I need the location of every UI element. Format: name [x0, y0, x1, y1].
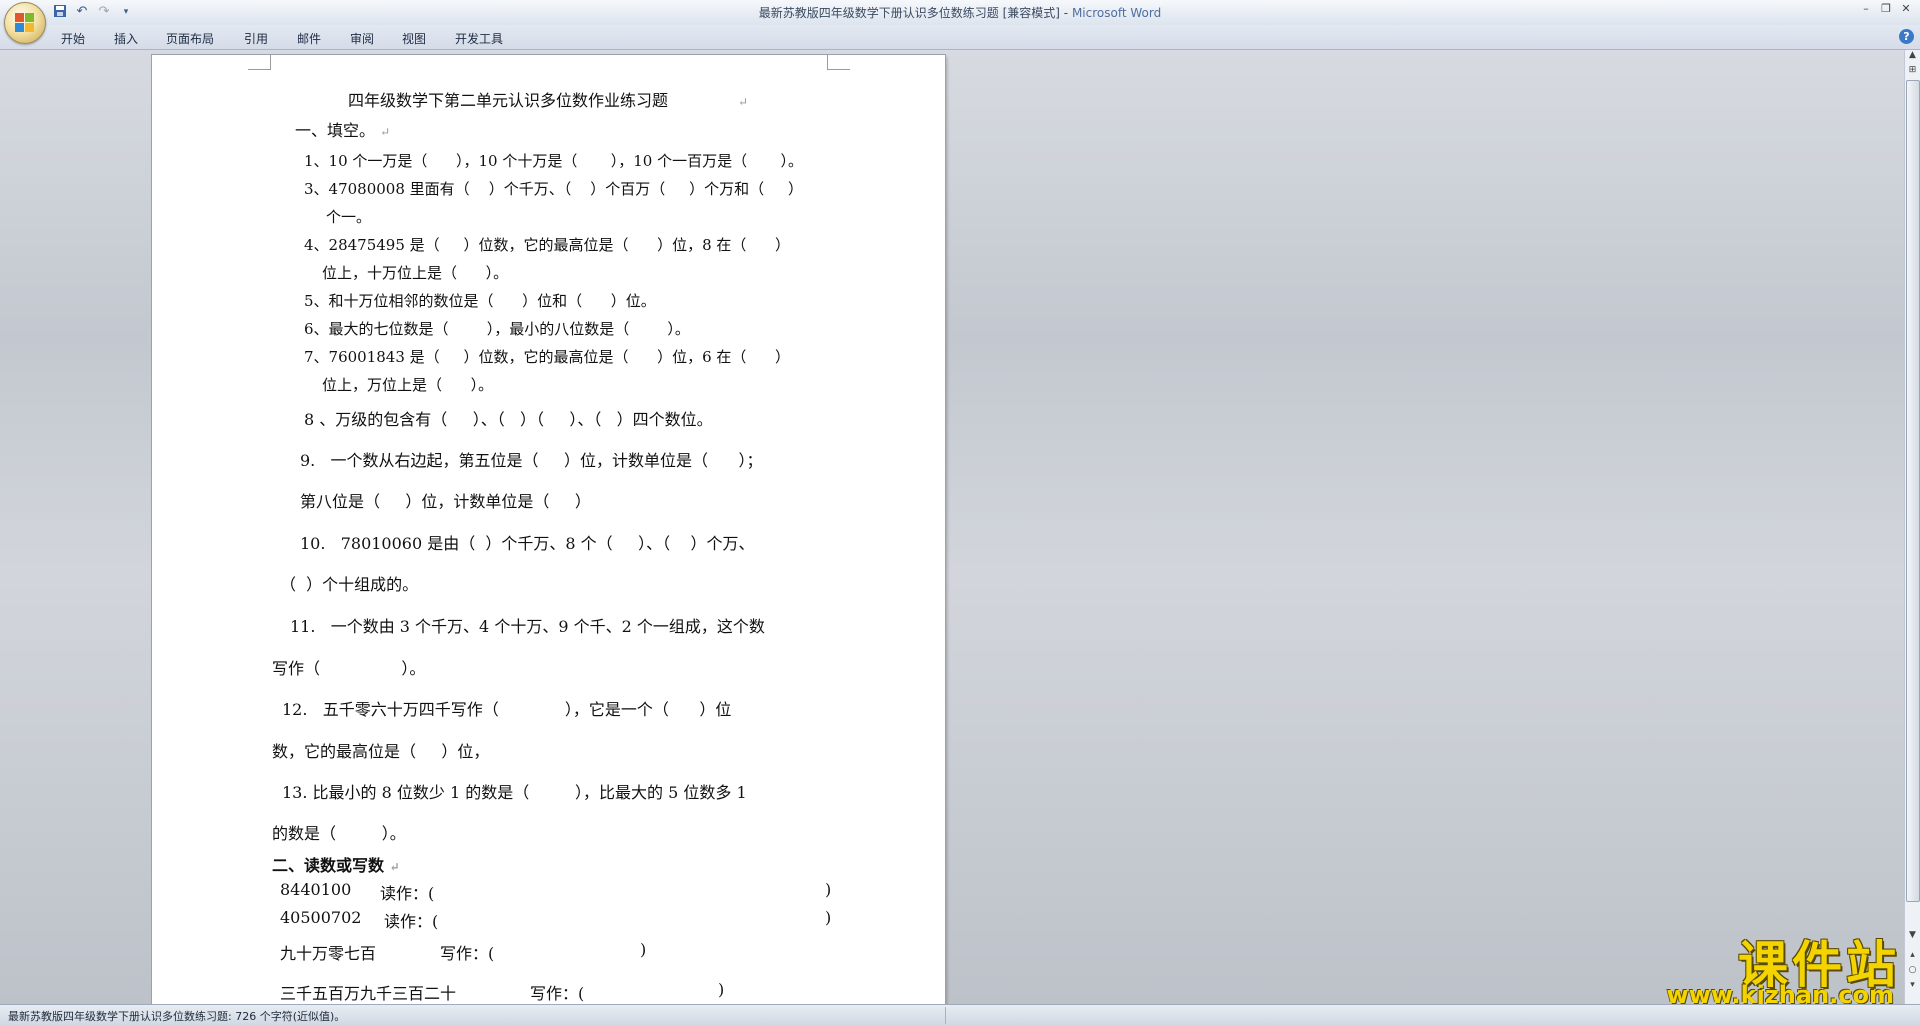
margin-corner-left	[248, 55, 271, 70]
tab-review[interactable]: 审阅	[350, 30, 374, 47]
question-line: 3、47080008 里面有（ ）个千万、（ ）个百万（ ）个万和（ ）	[304, 180, 803, 198]
question-line: 写作（ ）。	[272, 659, 426, 678]
question-line: 4、28475495 是（ ）位数，它的最高位是（ ）位，8 在（ ）	[304, 236, 791, 254]
section-read-write: 二、读数或写数 ↵	[272, 856, 400, 875]
status-divider	[945, 1007, 946, 1024]
question-line: 8 、万级的包含有（ ）、（ ）（ ）、（ ）四个数位。	[304, 410, 713, 429]
question-line: 11. 一个数由 3 个千万、4 个十万、9 个千、2 个一组成，这个数	[290, 617, 765, 636]
window-controls: – ❐ ✕	[1858, 2, 1914, 16]
previous-page-icon[interactable]: ▴	[1905, 950, 1920, 964]
question-line: 12. 五千零六十万四千写作（ ），它是一个（ ）位	[282, 700, 732, 719]
tab-developer[interactable]: 开发工具	[455, 30, 503, 47]
question-line: 13. 比最小的 8 位数少 1 的数是（ ），比最大的 5 位数多 1	[282, 783, 747, 802]
ribbon-tabs: 开始 插入 页面布局 引用 邮件 审阅 视图 开发工具 ?	[0, 25, 1920, 50]
section-fill-blank: 一、填空。 ↵	[295, 121, 391, 140]
browse-object-icon[interactable]: ○	[1905, 965, 1920, 979]
tab-home[interactable]: 开始	[61, 30, 85, 47]
tab-insert[interactable]: 插入	[114, 30, 138, 47]
office-button[interactable]	[4, 2, 46, 44]
status-text: 最新苏教版四年级数学下册认识多位数练习题: 726 个字符(近似值)。	[8, 1010, 346, 1023]
question-line: 数，它的最高位是（ ）位，	[272, 742, 490, 761]
read-write-row: 8440100 读作：()	[280, 880, 832, 903]
question-line: 5、和十万位相邻的数位是（ ）位和（ ）位。	[304, 292, 656, 310]
close-icon[interactable]: ✕	[1898, 2, 1914, 16]
question-line: 个一。	[326, 208, 372, 226]
app-name: Microsoft Word	[1071, 6, 1162, 20]
question-line: 10. 78010060 是由（ ）个千万、8 个（ ）、（ ）个万、	[300, 534, 755, 553]
vertical-scrollbar[interactable]: ▲ ⊞ ▼ ▴ ○ ▾	[1904, 50, 1920, 1004]
title-bar: ↶ ↷ ▾ 最新苏教版四年级数学下册认识多位数练习题 [兼容模式] - Micr…	[0, 0, 1920, 44]
restore-icon[interactable]: ❐	[1878, 2, 1894, 16]
question-line: 6、最大的七位数是（ ），最小的八位数是（ ）。	[304, 320, 690, 338]
read-write-row: 三千五百万九千三百二十 写作：()	[280, 980, 725, 1003]
site-watermark: 课件站 www.kjzhan.com	[1667, 925, 1900, 1010]
tab-page-layout[interactable]: 页面布局	[166, 30, 214, 47]
document-page[interactable]: 四年级数学下第二单元认识多位数作业练习题 ↵ 一、填空。 ↵ 1、10 个一万是（…	[152, 55, 945, 1004]
title-separator: -	[1059, 6, 1072, 20]
doc-title: 四年级数学下第二单元认识多位数作业练习题 ↵	[348, 91, 749, 110]
office-logo-icon	[15, 13, 35, 33]
question-line: （ ）个十组成的。	[280, 575, 419, 594]
next-page-icon[interactable]: ▾	[1905, 980, 1920, 994]
help-icon[interactable]: ?	[1899, 29, 1914, 44]
minimize-icon[interactable]: –	[1858, 2, 1874, 16]
scroll-down-icon[interactable]: ▼	[1905, 930, 1920, 944]
tab-mailings[interactable]: 邮件	[297, 30, 321, 47]
question-line: 第八位是（ ）位，计数单位是（ ）	[300, 492, 591, 511]
tab-view[interactable]: 视图	[402, 30, 426, 47]
tab-references[interactable]: 引用	[244, 30, 268, 47]
question-line: 1、10 个一万是（ ），10 个十万是（ ），10 个一百万是（ ）。	[304, 152, 803, 170]
question-line: 7、76001843 是（ ）位数，它的最高位是（ ）位，6 在（ ）	[304, 348, 791, 366]
margin-corner-right	[827, 55, 850, 70]
document-title: 最新苏教版四年级数学下册认识多位数练习题 [兼容模式]	[758, 6, 1060, 20]
question-line: 位上，十万位上是（ ）。	[322, 264, 509, 282]
read-write-row: 40500702 读作：()	[280, 908, 832, 931]
scroll-thumb[interactable]	[1906, 80, 1920, 902]
read-write-row: 九十万零七百 写作：()	[280, 940, 647, 963]
window-title: 最新苏教版四年级数学下册认识多位数练习题 [兼容模式] - Microsoft …	[0, 4, 1920, 21]
scroll-up-icon[interactable]: ▲	[1905, 50, 1920, 64]
status-bar: 最新苏教版四年级数学下册认识多位数练习题: 726 个字符(近似值)。	[0, 1004, 1920, 1026]
document-workspace[interactable]: 四年级数学下第二单元认识多位数作业练习题 ↵ 一、填空。 ↵ 1、10 个一万是（…	[0, 50, 1905, 1004]
question-line: 9. 一个数从右边起，第五位是（ ）位，计数单位是（ ）；	[300, 451, 763, 470]
question-line: 位上，万位上是（ ）。	[322, 376, 494, 394]
ruler-toggle-icon[interactable]: ⊞	[1905, 65, 1920, 79]
question-line: 的数是（ ）。	[272, 824, 406, 843]
